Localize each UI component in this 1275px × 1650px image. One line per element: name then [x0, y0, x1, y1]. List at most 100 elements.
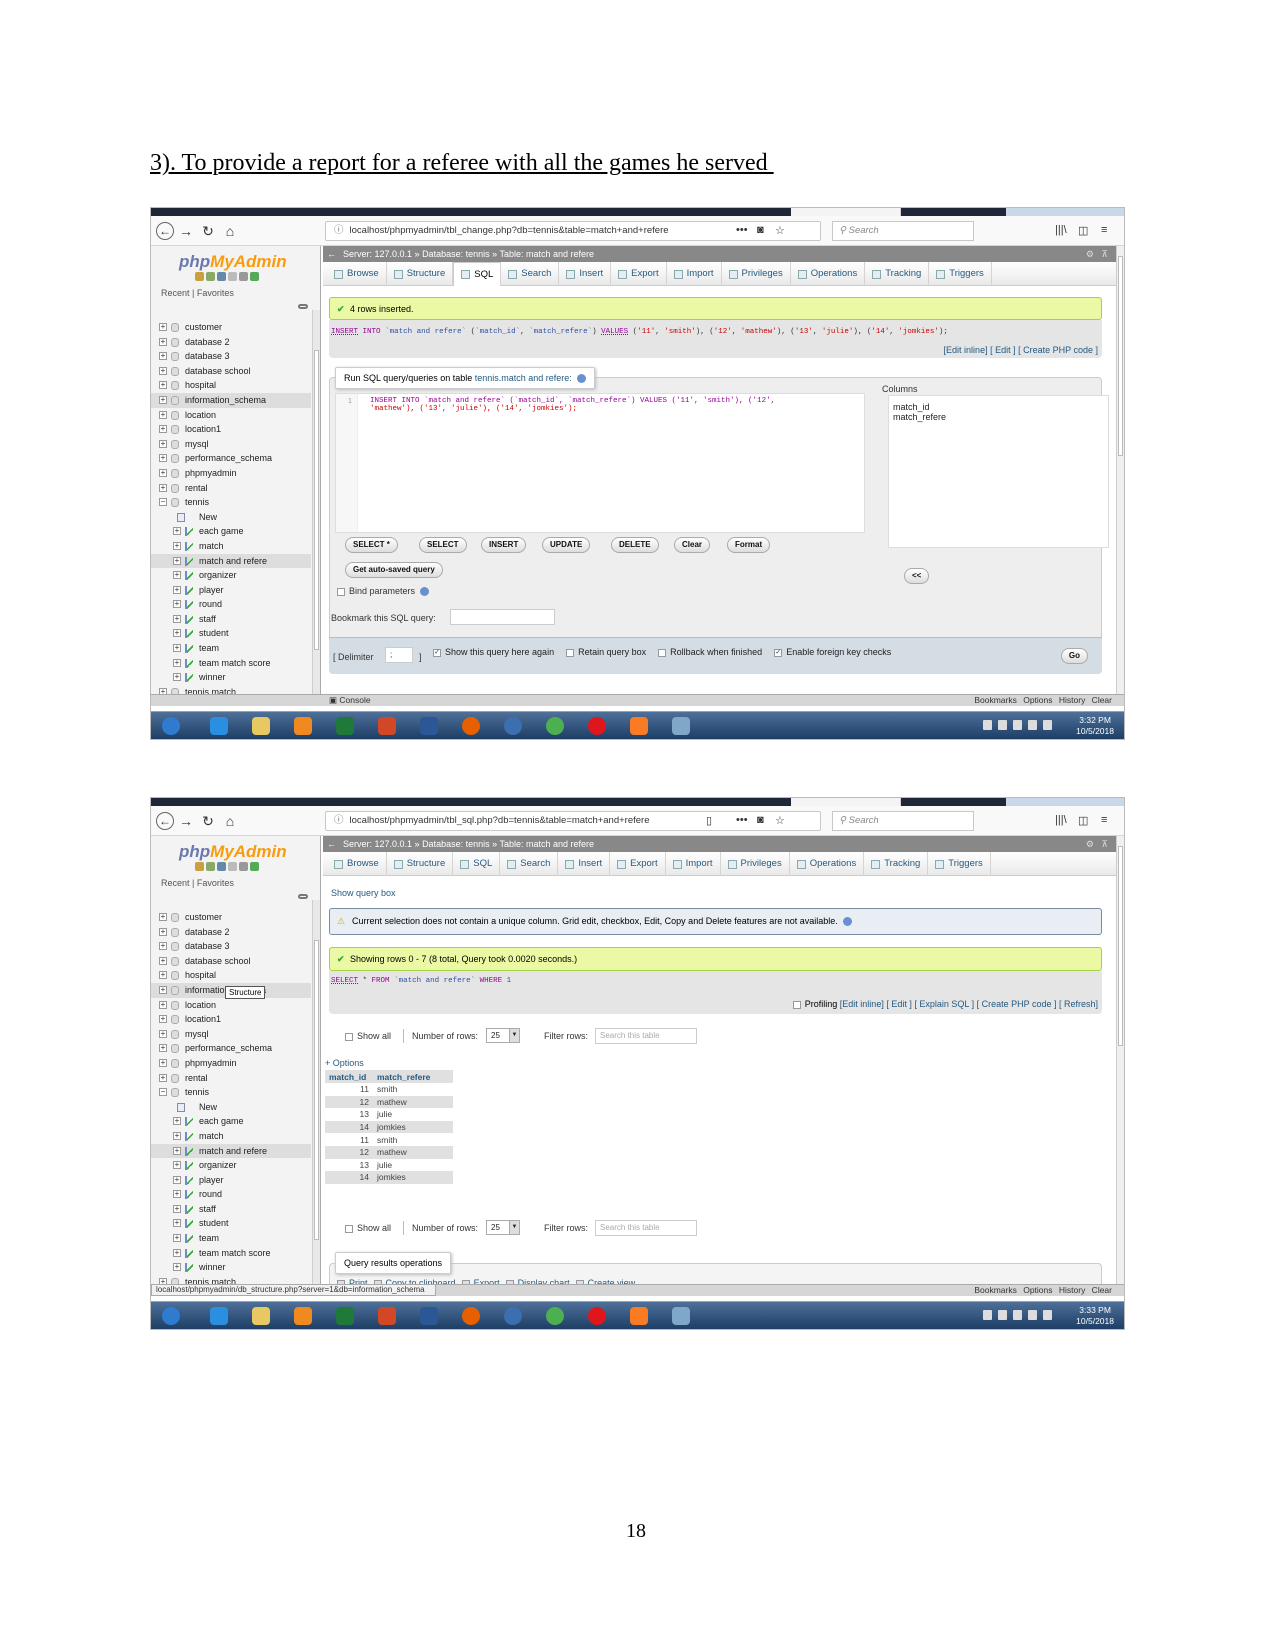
search-input[interactable]: ⚲ Search [832, 221, 974, 241]
option-0[interactable]: ✓ Show this query here again [433, 647, 554, 657]
expand-icon[interactable]: + [159, 1015, 167, 1024]
columns-list[interactable]: match_id match_refere [888, 395, 1109, 548]
option-3[interactable]: ✓ Enable foreign key checks [774, 647, 891, 657]
sidebar-item[interactable]: New [151, 510, 311, 525]
tab-sql[interactable]: SQL [453, 262, 502, 286]
scrollbar-thumb[interactable] [314, 350, 319, 650]
powerpoint-button[interactable] [369, 1305, 405, 1327]
reload-icon[interactable] [250, 272, 259, 281]
network-icon[interactable] [1028, 1310, 1037, 1320]
flag-icon[interactable] [998, 720, 1007, 730]
number-of-rows-select[interactable]: 25 ▼ [486, 1220, 520, 1235]
main-scrollbar[interactable] [1116, 246, 1124, 706]
clock[interactable]: 3:33 PM 10/5/2018 [1076, 1305, 1114, 1327]
sidebar-item[interactable]: + performance_schema [151, 1041, 311, 1056]
insert-column-button[interactable]: << [904, 568, 930, 584]
get-auto-saved-query-button[interactable]: Get auto-saved query [345, 562, 443, 578]
sidebar-item[interactable]: + hospital [151, 968, 311, 983]
docs-icon[interactable] [228, 862, 237, 871]
forward-icon[interactable]: → [177, 812, 195, 830]
query-icon[interactable] [217, 272, 226, 281]
chrome-button[interactable] [537, 1305, 573, 1327]
expand-icon[interactable]: + [173, 600, 181, 609]
settings-icon[interactable]: ⚙ [1086, 836, 1094, 852]
tab-search[interactable]: Search [500, 852, 559, 876]
table-link[interactable]: Table: match and refere [499, 839, 594, 849]
clock[interactable]: 3:32 PM 10/5/2018 [1076, 715, 1114, 737]
link-icon[interactable] [298, 304, 308, 309]
tab-tracking[interactable]: Tracking [864, 852, 929, 876]
sidebar-item[interactable]: + organizer [151, 1158, 311, 1173]
bookmark-input[interactable] [450, 609, 555, 625]
expand-icon[interactable]: + [159, 913, 167, 921]
sidebar-item[interactable]: + match [151, 1129, 311, 1144]
show-hidden-icon[interactable] [983, 720, 992, 730]
delimiter-input[interactable]: ; [385, 647, 413, 663]
pocket-icon[interactable]: ◙ [757, 814, 764, 826]
expand-icon[interactable]: + [159, 323, 167, 331]
main-scrollbar[interactable] [1116, 836, 1124, 1296]
search-input[interactable]: ⚲ Search [832, 811, 974, 831]
show-all-checkbox[interactable] [345, 1032, 353, 1041]
page-actions-icon[interactable]: ••• [736, 224, 748, 236]
collapse-icon[interactable]: ⊼ [1101, 246, 1108, 262]
favorites-tab[interactable]: Favorites [197, 878, 234, 888]
filter-rows-input[interactable]: Search this table [595, 1220, 697, 1236]
expand-icon[interactable]: + [173, 1204, 181, 1213]
profiling-option[interactable]: Profiling [792, 999, 837, 1009]
browser-tab[interactable] [1006, 798, 1124, 806]
expand-icon[interactable]: + [159, 1000, 167, 1009]
sidebar-item[interactable]: + team [151, 1231, 311, 1246]
table-name-link[interactable]: tennis.match and refere: [475, 373, 572, 383]
xampp-button[interactable] [621, 715, 657, 737]
sidebar-item[interactable]: + match [151, 539, 311, 554]
sidebar-item[interactable]: + phpmyadmin [151, 466, 311, 481]
excel-button[interactable] [327, 1305, 363, 1327]
options-link[interactable]: + Options [325, 1058, 364, 1068]
home-icon[interactable]: ⌂ [221, 812, 239, 830]
sidebar-item[interactable]: + player [151, 1173, 311, 1188]
browser-tab[interactable] [1006, 208, 1124, 216]
expand-icon[interactable]: + [173, 1131, 181, 1140]
logout-icon[interactable] [206, 272, 215, 281]
expand-icon[interactable]: + [173, 1161, 181, 1170]
console-toggle[interactable]: ▣ Console [329, 695, 371, 706]
collapse-arrow-icon[interactable]: ← [327, 836, 336, 852]
windows-start-button[interactable] [153, 715, 189, 737]
expand-icon[interactable]: + [173, 614, 181, 623]
expand-icon[interactable]: + [173, 541, 181, 550]
sidebar-item[interactable]: + location [151, 998, 311, 1013]
page-actions-icon[interactable]: ••• [736, 814, 748, 826]
sidebar-item[interactable]: + rental [151, 1071, 311, 1086]
back-icon[interactable]: ← [156, 222, 174, 240]
expand-icon[interactable]: + [173, 1248, 181, 1257]
tab-export[interactable]: Export [610, 852, 666, 876]
tab-triggers[interactable]: Triggers [928, 852, 991, 876]
collapse-icon[interactable]: − [159, 1088, 167, 1097]
info-icon[interactable]: ⓘ [334, 815, 344, 826]
device-icon[interactable] [1013, 1310, 1022, 1320]
settings-icon[interactable] [239, 862, 248, 871]
internet-explorer-button[interactable] [201, 1305, 237, 1327]
column-option[interactable]: match_refere [893, 412, 1104, 422]
select-button[interactable]: SELECT * [345, 537, 398, 553]
sidebar-item[interactable]: + hospital [151, 378, 311, 393]
show-all-option[interactable]: Show all [345, 1223, 391, 1233]
scrollbar-thumb[interactable] [1118, 846, 1123, 1046]
sidebar-item[interactable]: + student [151, 1216, 311, 1231]
expand-icon[interactable]: + [173, 1219, 181, 1228]
browser-tab[interactable] [791, 798, 901, 806]
xampp-button[interactable] [621, 1305, 657, 1327]
expand-icon[interactable]: + [159, 942, 167, 951]
show-all-option[interactable]: Show all [345, 1031, 391, 1041]
back-icon[interactable]: ← [156, 812, 174, 830]
option-2[interactable]: Rollback when finished [658, 647, 762, 657]
expand-icon[interactable]: + [173, 527, 181, 536]
chevron-down-icon[interactable]: ▼ [509, 1029, 519, 1042]
chrome-button[interactable] [537, 715, 573, 737]
query-action-link[interactable]: [ Refresh] [1059, 999, 1098, 1009]
expand-icon[interactable]: + [173, 1263, 181, 1272]
settings-icon[interactable]: ⚙ [1086, 246, 1094, 262]
query-action-link[interactable]: [Edit inline] [840, 999, 884, 1009]
bind-parameters-checkbox[interactable] [337, 587, 345, 596]
